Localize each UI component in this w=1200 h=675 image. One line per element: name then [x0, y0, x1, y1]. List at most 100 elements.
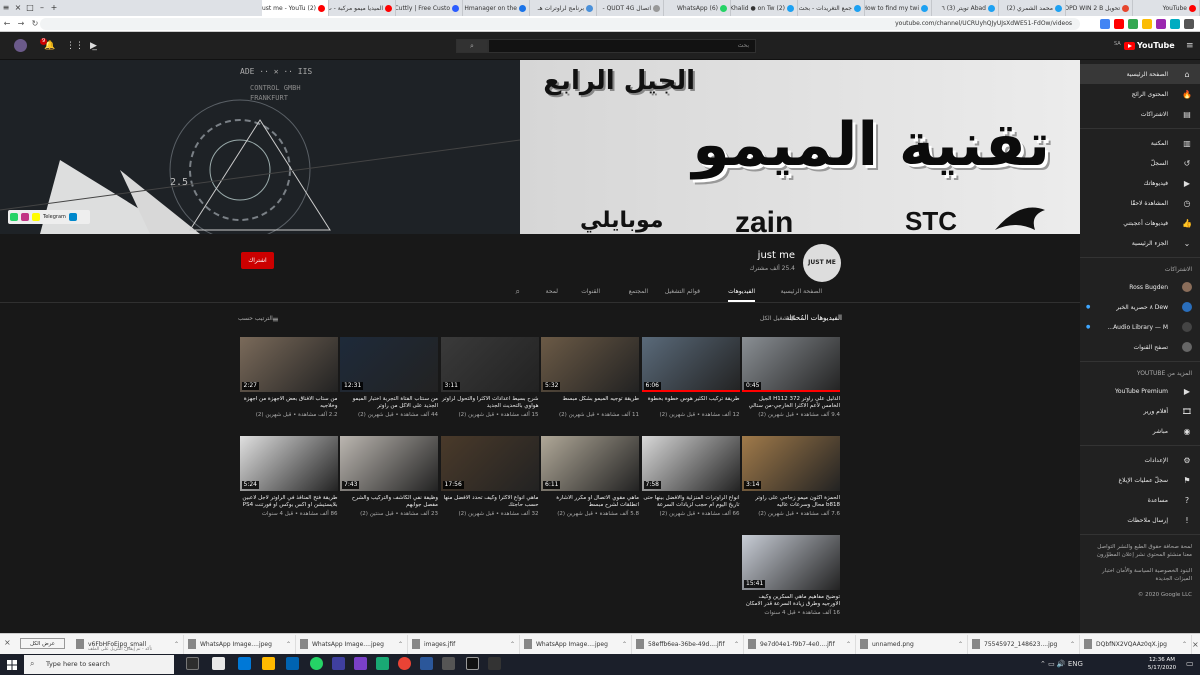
video-title[interactable]: الحمزة اكثون ميمو زجاجي على راوتر b818 م…: [742, 495, 840, 509]
url-field[interactable]: youtube.com/channel/UCRUyhQJyUJsXdWE51-F…: [40, 18, 1080, 30]
video-thumbnail[interactable]: 7:43: [340, 436, 438, 491]
download-item[interactable]: 9e7d04e1-f9b7-4e0....jfif ⌃: [744, 634, 856, 654]
system-tray-icons[interactable]: ⌃ ▭ 🔊 ENG: [1040, 660, 1083, 668]
download-menu-icon[interactable]: ⌃: [174, 641, 179, 648]
video-card[interactable]: 17:56 ماهي انواع الاكثرا وكيف تحدد الافضل…: [440, 436, 539, 517]
extension-icon[interactable]: [1100, 19, 1110, 29]
download-item[interactable]: v6FbHFoEjpg_small ⌃ تأكد - تم إيقاف التنزي…: [72, 634, 184, 654]
video-title[interactable]: ماهي مقوي الاتصال او مكرر الاشارة اتطلقا…: [541, 495, 639, 509]
show-all-downloads-button[interactable]: عرض الكل: [20, 638, 65, 649]
browser-tab[interactable]: WhatsApp (6): [664, 0, 731, 16]
app3-icon[interactable]: [442, 657, 455, 670]
video-card[interactable]: 7:43 وظيفة نفي الكاشف والتركيب والشرح مفص…: [340, 436, 438, 517]
video-title[interactable]: توضيح مفاهيم ماهي السكرين وكيف الاورجيه …: [742, 594, 840, 608]
video-card[interactable]: 3:14 الحمزة اكثون ميمو زجاجي على راوتر b8…: [742, 436, 840, 517]
video-card[interactable]: 6:11 ماهي مقوي الاتصال او مكرر الاشارة ات…: [541, 436, 639, 517]
video-thumbnail[interactable]: 3:11: [440, 337, 539, 392]
download-item[interactable]: unnamed.png ⌃: [856, 634, 968, 654]
window-maximize-icon[interactable]: □: [24, 0, 36, 16]
app2-icon[interactable]: [376, 657, 389, 670]
youtube-logo[interactable]: YouTube: [1124, 41, 1175, 50]
browser-tab[interactable]: (2) just me - YouTu: [262, 0, 329, 16]
video-thumbnail[interactable]: 5:32: [541, 337, 639, 392]
sidebar-item[interactable]: ◉ مباشر: [1080, 421, 1200, 441]
sidebar-item[interactable]: ⌄ الجزء الرئيسية: [1080, 233, 1200, 253]
file-explorer-icon[interactable]: [212, 657, 225, 670]
sidebar-item[interactable]: ▥ المكتبة: [1080, 133, 1200, 153]
video-title[interactable]: وظيفة نفي الكاشف والتركيب والشرح مفصل جو…: [340, 495, 438, 509]
video-card[interactable]: 2:27 من ستاب الافناق بعض الاجهزة من اجهزة…: [239, 337, 338, 418]
task-view-icon[interactable]: [186, 657, 199, 670]
footer-policy-links[interactable]: البنود الخصوصية السياسة والأمان اختبار ا…: [1080, 563, 1200, 587]
word-icon[interactable]: [420, 657, 433, 670]
tab-videos[interactable]: الفيديوهات: [728, 282, 755, 302]
hamburger-menu-icon[interactable]: ≡: [1186, 41, 1194, 51]
video-thumbnail[interactable]: 0:45: [742, 337, 840, 392]
tab-channels[interactable]: القنوات: [581, 282, 600, 302]
browser-tab[interactable]: الميديا ميمو مركبة - ب: [329, 0, 396, 16]
browser-tab[interactable]: اتصال QUDT 4G -: [597, 0, 664, 16]
video-card[interactable]: 12:31 من سنتاب الفتاة التجربة اختبار المي…: [340, 337, 438, 418]
sidebar-item[interactable]: ⚙ الإعدادات: [1080, 450, 1200, 470]
video-thumbnail[interactable]: 6:11: [541, 436, 639, 491]
sidebar-item[interactable]: Audio Library — M... ●: [1080, 317, 1200, 337]
window-minimize-icon[interactable]: –: [36, 0, 48, 16]
video-thumbnail[interactable]: 15:41: [742, 535, 840, 590]
video-title[interactable]: طريقة فتح المنافذ في الراوتر لاجل لاعبين…: [240, 495, 337, 509]
video-thumbnail[interactable]: 2:27: [239, 337, 338, 392]
download-menu-icon[interactable]: ⌃: [846, 641, 851, 648]
video-title[interactable]: شرح بسيط اعدادات الاكثرا والتحول لراوتر …: [441, 396, 539, 410]
video-card[interactable]: 7:58 انواع الراوترات المنزلية والافضل بين…: [641, 436, 740, 517]
video-card[interactable]: 3:11 شرح بسيط اعدادات الاكثرا والتحول لرا…: [440, 337, 539, 418]
start-button[interactable]: [0, 654, 24, 675]
downloads-close-x-icon[interactable]: ×: [4, 638, 11, 647]
back-icon[interactable]: ←: [0, 19, 14, 28]
download-menu-icon[interactable]: ⌃: [958, 641, 963, 648]
browser-tab[interactable]: جمع التغريدات - بحث: [798, 0, 865, 16]
video-title[interactable]: الدليل على راوتر H112 372 الجيل الخامس ل…: [742, 396, 840, 410]
browser-tab[interactable]: محمد الشمري (2): [999, 0, 1066, 16]
subscribe-button[interactable]: اشتراك: [241, 252, 274, 269]
apps-icon[interactable]: ⋮⋮: [66, 41, 84, 51]
sidebar-item[interactable]: تصفح القنوات: [1080, 337, 1200, 357]
sidebar-item[interactable]: ▶ فيديوهاتك: [1080, 173, 1200, 193]
folder-icon[interactable]: [262, 657, 275, 670]
video-thumbnail[interactable]: 3:14: [742, 436, 840, 491]
app4-icon[interactable]: [488, 657, 501, 670]
browser-tab[interactable]: How to find my twi: [865, 0, 932, 16]
video-thumbnail[interactable]: 5:24: [239, 436, 338, 491]
sidebar-item[interactable]: ! إرسال ملاحظات: [1080, 510, 1200, 530]
extension-icon[interactable]: [1128, 19, 1138, 29]
download-menu-icon[interactable]: ⌃: [1070, 641, 1075, 648]
browser-tab[interactable]: YouTube: [1133, 0, 1200, 16]
play-all-button[interactable]: ▶ تشغيل الكل: [760, 315, 796, 322]
action-center-icon[interactable]: ▭: [1186, 659, 1194, 668]
obs-icon[interactable]: [466, 657, 479, 670]
extension-icon[interactable]: [1142, 19, 1152, 29]
sidebar-item[interactable]: ▶ YouTube Premium: [1080, 381, 1200, 401]
video-card[interactable]: 15:41 توضيح مفاهيم ماهي السكرين وكيف الاو…: [742, 535, 840, 616]
whatsapp-taskbar-icon[interactable]: [310, 657, 323, 670]
video-card[interactable]: 5:32 طريقة توجيه الميمو بشكل مبسط 11 آلف م…: [541, 337, 639, 418]
downloads-close-icon[interactable]: ×: [1192, 640, 1200, 649]
download-item[interactable]: 75545972_148623....jpg ⌃: [968, 634, 1080, 654]
extension-icon[interactable]: [1170, 19, 1180, 29]
sidebar-item[interactable]: ◷ المشاهدة لاحقًا: [1080, 193, 1200, 213]
video-title[interactable]: من سنتاب الفتاة التجربة اختبار الميمو ال…: [340, 396, 438, 410]
new-tab-button[interactable]: +: [48, 0, 60, 16]
video-thumbnail[interactable]: 6:06: [641, 337, 740, 392]
video-thumbnail[interactable]: 17:56: [440, 436, 539, 491]
taskbar-clock[interactable]: 12:36 AM 5/17/2020: [1142, 656, 1182, 672]
browser-tab[interactable]: برنامج لراوترات هـ: [530, 0, 597, 16]
sidebar-item[interactable]: 🎞 أفلام ورير: [1080, 401, 1200, 421]
taskbar-search-input[interactable]: Type here to search: [24, 655, 174, 674]
create-video-icon[interactable]: ▶̲: [90, 41, 97, 51]
sort-icon[interactable]: ≡: [272, 315, 279, 324]
download-item[interactable]: 58effb6ea-36be-49d....jfif ⌃: [632, 634, 744, 654]
video-title[interactable]: ماهي انواع الاكثرا وكيف تحدد الافضل منها…: [441, 495, 539, 509]
video-title[interactable]: انواع الراوترات المنزلية والافضل بينها ح…: [642, 495, 739, 509]
channel-avatar[interactable]: JUST ME: [803, 244, 841, 282]
search-input[interactable]: بحث: [488, 39, 756, 53]
download-menu-icon[interactable]: ⌃: [398, 641, 403, 648]
search-button[interactable]: ⌕: [456, 39, 488, 53]
